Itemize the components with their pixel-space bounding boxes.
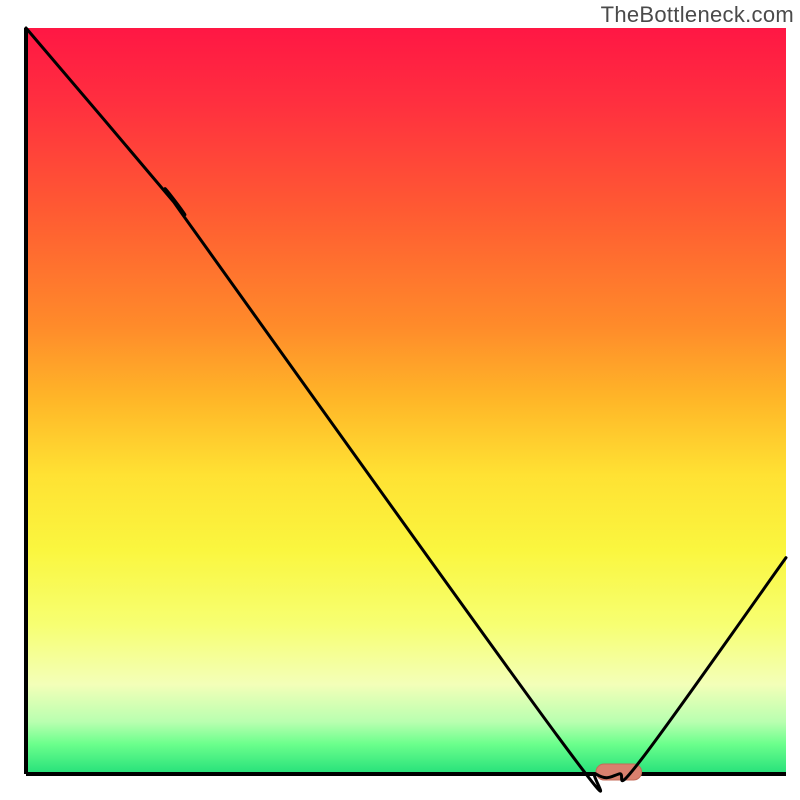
plot-background bbox=[26, 28, 786, 774]
chart-container: TheBottleneck.com bbox=[0, 0, 800, 800]
bottleneck-chart bbox=[0, 0, 800, 800]
